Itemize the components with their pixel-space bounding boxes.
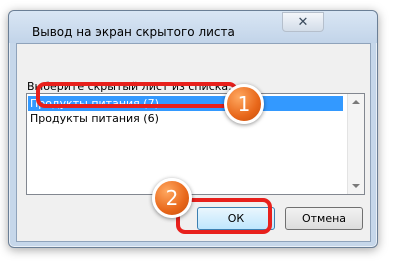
hidden-sheets-listbox[interactable]: Продукты питания (7) Продукты питания (6… [26, 93, 365, 195]
listbox-scrollbar[interactable] [347, 94, 364, 194]
sheet-list-prompt: Выберите скрытый лист из списка: [27, 80, 232, 93]
cancel-button[interactable]: Отмена [285, 207, 363, 230]
dialog-title: Вывод на экран скрытого листа [32, 25, 235, 39]
ok-button[interactable]: ОК [197, 207, 275, 230]
scroll-down-arrow-icon[interactable] [352, 184, 360, 188]
list-item[interactable]: Продукты питания (6) [28, 111, 159, 126]
step-badge-2: 2 [152, 178, 192, 218]
list-item[interactable]: Продукты питания (7) [28, 96, 343, 111]
unhide-sheet-dialog: Вывод на экран скрытого листа ✕ Выберите… [8, 10, 378, 248]
dialog-client-area: Выберите скрытый лист из списка: Продукт… [16, 43, 371, 242]
scroll-up-arrow-icon[interactable] [352, 100, 360, 104]
step-badge-1: 1 [224, 84, 264, 124]
dialog-titlebar: Вывод на экран скрытого листа ✕ [9, 11, 377, 43]
close-button[interactable]: ✕ [282, 12, 324, 32]
close-icon: ✕ [297, 14, 309, 30]
